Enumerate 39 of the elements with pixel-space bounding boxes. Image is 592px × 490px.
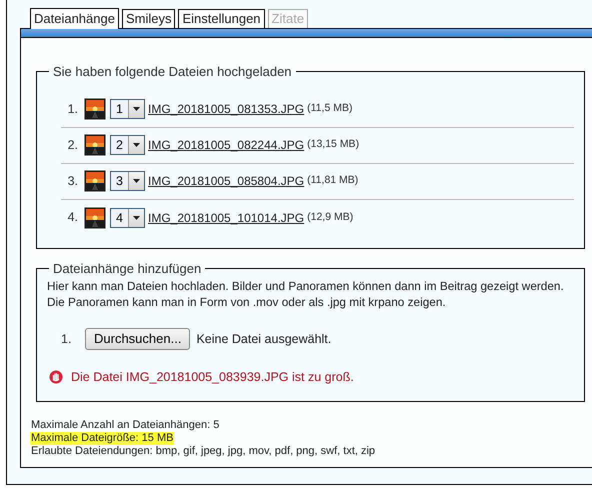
file-size: (12,9 MB) bbox=[307, 210, 354, 225]
caret-icon bbox=[133, 179, 140, 183]
caret-icon bbox=[133, 143, 140, 147]
caret-icon bbox=[133, 216, 140, 220]
image-thumbnail-icon bbox=[84, 98, 106, 120]
error-message: Die Datei IMG_20181005_083939.JPG ist zu groß. bbox=[71, 369, 354, 386]
order-dropdown[interactable]: 1 bbox=[110, 99, 145, 119]
file-size: (11,81 MB) bbox=[307, 173, 358, 188]
order-dropdown[interactable]: 4 bbox=[110, 208, 145, 228]
group-legend: Sie haben folgende Dateien hochgeladen bbox=[49, 62, 296, 82]
image-thumbnail-icon bbox=[84, 134, 106, 156]
file-link[interactable]: IMG_20181005_081353.JPG bbox=[148, 100, 304, 118]
list-number: 2. bbox=[66, 136, 78, 154]
list-number: 3. bbox=[66, 172, 78, 190]
image-thumbnail-icon bbox=[84, 170, 106, 192]
list-number: 1. bbox=[66, 100, 78, 118]
file-status: Keine Datei ausgewählt. bbox=[196, 330, 332, 348]
tab[interactable]: Smileys bbox=[122, 9, 176, 28]
limit-text: Maximale Dateigröße: 15 MB bbox=[30, 432, 174, 445]
description-text: Hier kann man Dateien hochladen. Bilder und Panoramen können dann im Beitrag gezeigt werden. bbox=[47, 278, 565, 294]
file-size: (11,5 MB) bbox=[307, 101, 352, 116]
browse-button[interactable]: Durchsuchen... bbox=[85, 328, 190, 350]
list-number: 1. bbox=[61, 330, 72, 348]
description-text: Die Panoramen kann man in Form von .mov oder als .jpg mit krpano zeigen. bbox=[47, 294, 447, 310]
tab[interactable]: Einstellungen bbox=[178, 9, 265, 28]
file-size: (13,15 MB) bbox=[307, 137, 360, 152]
limit-text: Maximale Anzahl an Dateianhängen: 5 bbox=[30, 418, 220, 432]
tab[interactable]: Dateianhänge bbox=[30, 8, 119, 29]
file-link[interactable]: IMG_20181005_082244.JPG bbox=[148, 136, 304, 154]
caret-icon bbox=[133, 107, 140, 111]
order-dropdown[interactable]: 2 bbox=[110, 135, 145, 155]
limit-text: Erlaubte Dateiendungen: bmp, gif, jpeg, jpg, mov, pdf, png, swf, txt, zip bbox=[30, 444, 376, 458]
file-link[interactable]: IMG_20181005_085804.JPG bbox=[148, 172, 304, 190]
image-thumbnail-icon bbox=[84, 206, 106, 228]
group-legend: Dateianhänge hinzufügen bbox=[49, 258, 206, 278]
stop-hand-icon bbox=[49, 370, 63, 384]
file-link[interactable]: IMG_20181005_101014.JPG bbox=[148, 208, 304, 226]
list-number: 4. bbox=[66, 209, 78, 226]
order-dropdown[interactable]: 3 bbox=[110, 171, 145, 191]
